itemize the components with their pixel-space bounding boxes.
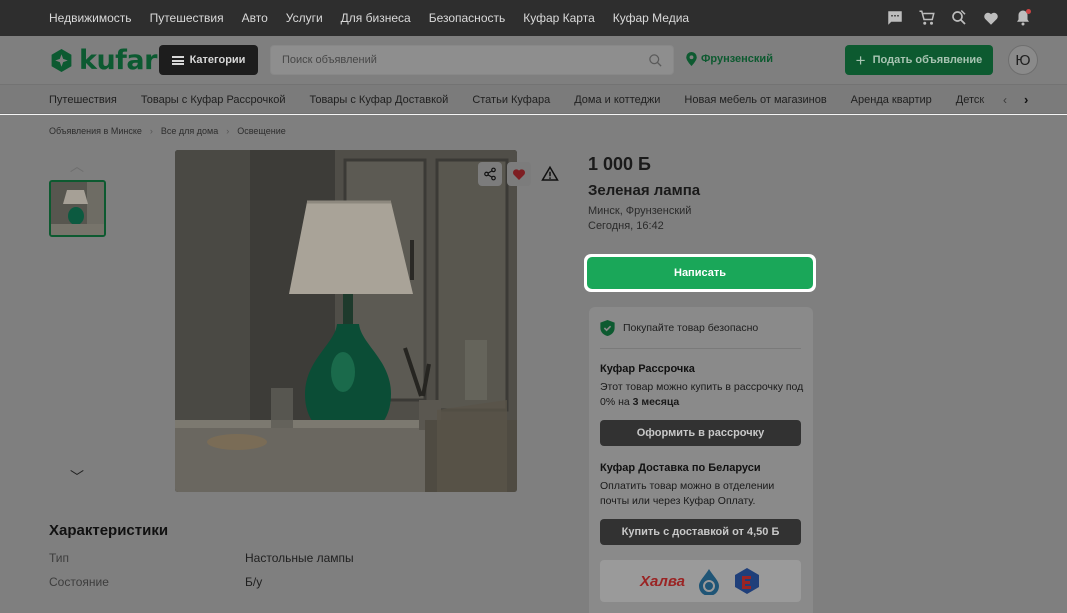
characteristic-key: Тип bbox=[49, 551, 70, 565]
characteristic-value: Б/у bbox=[245, 575, 263, 589]
top-link-map[interactable]: Куфар Карта bbox=[523, 11, 595, 25]
post-ad-button[interactable]: + Подать объявление bbox=[845, 45, 993, 75]
top-bar: Недвижимость Путешествия Авто Услуги Для… bbox=[0, 0, 1067, 36]
breadcrumb-item[interactable]: Все для дома bbox=[161, 126, 218, 136]
strip-fade bbox=[977, 85, 1067, 113]
top-link-auto[interactable]: Авто bbox=[242, 11, 268, 25]
category-travel[interactable]: Путешествия bbox=[49, 94, 117, 106]
thumbs-down-arrow-icon[interactable]: ﹀ bbox=[70, 467, 84, 487]
top-link-security[interactable]: Безопасность bbox=[429, 11, 506, 25]
purchase-panel: Покупайте товар безопасно Куфар Рассрочк… bbox=[589, 307, 813, 613]
drop-logo-icon bbox=[699, 569, 720, 595]
user-avatar[interactable]: Ю bbox=[1008, 45, 1038, 75]
thumbs-up-arrow-icon[interactable]: ︿ bbox=[70, 156, 84, 176]
location-pin-icon bbox=[686, 52, 697, 66]
cart-icon[interactable] bbox=[917, 8, 937, 28]
saved-search-icon[interactable] bbox=[949, 8, 969, 28]
listing-title: Зеленая лампа bbox=[588, 182, 701, 199]
kufar-logo-icon bbox=[51, 49, 72, 72]
bank-logo-icon bbox=[735, 568, 760, 594]
kufar-logo[interactable]: kufar bbox=[49, 45, 157, 76]
top-link-media[interactable]: Куфар Медиа bbox=[613, 11, 689, 25]
shield-check-icon bbox=[600, 320, 615, 336]
installment-term: 3 месяца bbox=[632, 396, 680, 408]
characteristic-key: Состояние bbox=[49, 575, 109, 589]
share-icon bbox=[484, 167, 496, 181]
listing-posted-time: Сегодня, 16:42 bbox=[588, 220, 664, 232]
top-links: Недвижимость Путешествия Авто Услуги Для… bbox=[49, 0, 689, 36]
chat-icon[interactable] bbox=[885, 8, 905, 28]
write-button[interactable]: Написать bbox=[587, 257, 813, 289]
delivery-text: Оплатить товар можно в отделении почты и… bbox=[600, 480, 775, 507]
top-link-travel[interactable]: Путешествия bbox=[150, 11, 224, 25]
post-ad-label: Подать объявление bbox=[872, 54, 983, 66]
search-icon[interactable] bbox=[648, 53, 663, 68]
breadcrumb: Объявления в Минске › Все для дома › Осв… bbox=[49, 126, 286, 136]
menu-icon bbox=[171, 55, 184, 65]
location-selector[interactable]: Фрунзенский bbox=[686, 52, 773, 66]
breadcrumb-separator-icon: › bbox=[149, 126, 153, 136]
top-link-business[interactable]: Для бизнеса bbox=[341, 11, 411, 25]
listing-price: 1 000 Б bbox=[588, 154, 651, 174]
category-articles[interactable]: Статьи Куфара bbox=[472, 94, 550, 106]
characteristic-value: Настольные лампы bbox=[245, 551, 354, 565]
safe-purchase-text: Покупайте товар безопасно bbox=[623, 322, 759, 334]
categories-label: Категории bbox=[189, 54, 246, 66]
lamp-photo bbox=[175, 150, 517, 492]
category-furniture[interactable]: Новая мебель от магазинов bbox=[684, 94, 826, 106]
listing-location: Минск, Фрунзенский bbox=[588, 205, 692, 217]
safe-purchase-row: Покупайте товар безопасно bbox=[600, 320, 758, 336]
bell-icon[interactable] bbox=[1013, 8, 1033, 28]
halva-logo: Халва bbox=[639, 572, 686, 590]
search-input[interactable] bbox=[271, 46, 641, 74]
breadcrumb-separator-icon: › bbox=[226, 126, 230, 136]
delivery-button[interactable]: Купить с доставкой от 4,50 Б bbox=[600, 519, 801, 545]
logo-text: kufar bbox=[79, 45, 157, 76]
location-label: Фрунзенский bbox=[701, 53, 773, 65]
share-button[interactable] bbox=[478, 162, 502, 186]
category-installment[interactable]: Товары с Куфар Рассрочкой bbox=[141, 94, 286, 106]
breadcrumb-item[interactable]: Объявления в Минске bbox=[49, 126, 142, 136]
heart-icon[interactable] bbox=[981, 8, 1001, 28]
main-photo[interactable] bbox=[175, 150, 517, 492]
write-button-highlight: Написать bbox=[584, 254, 816, 292]
category-houses[interactable]: Дома и коттеджи bbox=[574, 94, 660, 106]
installment-description: Этот товар можно купить в рассрочку под … bbox=[600, 381, 804, 408]
installment-button[interactable]: Оформить в рассрочку bbox=[600, 420, 801, 446]
top-link-realty[interactable]: Недвижимость bbox=[49, 11, 132, 25]
report-button[interactable] bbox=[538, 162, 562, 186]
top-icons bbox=[885, 0, 1033, 36]
heart-icon bbox=[513, 169, 525, 180]
photo-thumbnail[interactable] bbox=[49, 180, 106, 237]
top-link-services[interactable]: Услуги bbox=[286, 11, 323, 25]
delivery-title: Куфар Доставка по Беларуси bbox=[600, 462, 761, 474]
installment-title: Куфар Рассрочка bbox=[600, 363, 695, 375]
installment-text: Этот товар можно купить в рассрочку под … bbox=[600, 380, 805, 410]
header: kufar Категории Фрунзенский + Подать объ… bbox=[0, 36, 1067, 84]
notification-dot bbox=[1026, 9, 1031, 14]
payment-partners: Халва bbox=[600, 560, 801, 602]
category-delivery[interactable]: Товары с Куфар Доставкой bbox=[309, 94, 448, 106]
favorite-button[interactable] bbox=[507, 162, 531, 186]
main-content: Объявления в Минске › Все для дома › Осв… bbox=[0, 115, 1067, 613]
category-rent[interactable]: Аренда квартир bbox=[851, 94, 932, 106]
thumbnail-image bbox=[51, 182, 104, 235]
warning-icon bbox=[541, 165, 559, 181]
strip-prev-icon[interactable]: ‹ bbox=[1003, 93, 1007, 107]
category-strip: Путешествия Товары с Куфар Рассрочкой То… bbox=[0, 84, 1067, 114]
characteristics-title: Характеристики bbox=[49, 522, 169, 539]
plus-icon: + bbox=[855, 50, 866, 70]
search-box bbox=[270, 45, 674, 75]
panel-divider bbox=[600, 348, 801, 349]
strip-next-icon[interactable]: › bbox=[1024, 92, 1028, 107]
categories-button[interactable]: Категории bbox=[159, 45, 258, 75]
breadcrumb-item[interactable]: Освещение bbox=[237, 126, 286, 136]
